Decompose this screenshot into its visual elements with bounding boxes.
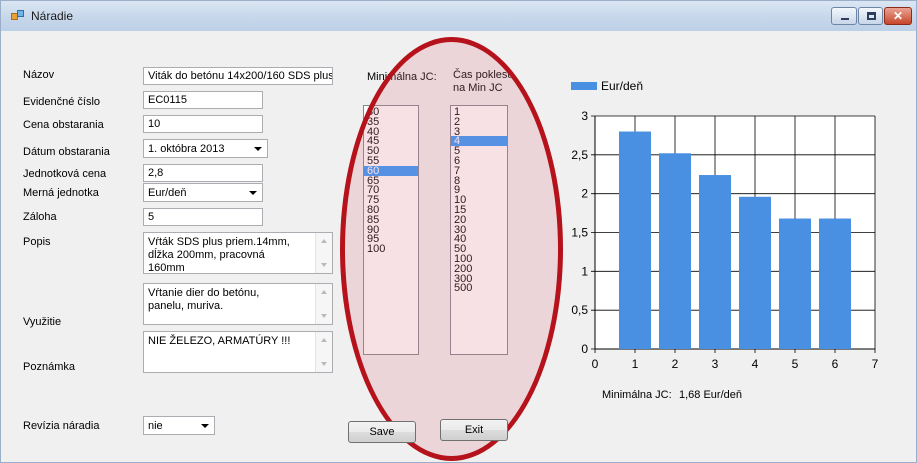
- exit-button[interactable]: Exit: [440, 419, 508, 441]
- popis-label: Popis: [23, 236, 51, 248]
- scroll-up-icon: [321, 290, 327, 294]
- main-window: Náradie ✕ Názov Evidenčné číslo Cena obs…: [0, 0, 917, 463]
- cas-header-line2: na Min JC: [453, 82, 503, 94]
- minimize-icon: [841, 18, 849, 20]
- cas-listbox[interactable]: 1 2 3 4 5 6 7 8 9 10 15 20 30 40 50 100 200 300 500: [450, 105, 508, 355]
- poznamka-scrollbar[interactable]: [315, 332, 332, 372]
- dropdown-arrow-icon: [249, 191, 257, 195]
- x-tick-label: 5: [792, 357, 799, 371]
- nazov-label: Názov: [23, 69, 55, 81]
- revizia-value: nie: [148, 420, 163, 432]
- vyuzitie-text: Vŕtanie dier do betónu, panelu, muriva.: [148, 287, 260, 312]
- x-tick-label: 3: [712, 357, 719, 371]
- bar: [779, 218, 811, 349]
- bar: [699, 175, 731, 349]
- popis-scrollbar[interactable]: [315, 233, 332, 273]
- app-icon: [11, 10, 25, 22]
- y-tick-label: 0,5: [571, 303, 588, 317]
- summary-label: Minimálna JC:: [602, 389, 672, 401]
- merna-select[interactable]: Eur/deň: [143, 183, 263, 202]
- jednotkova-label: Jednotková cena: [23, 168, 107, 180]
- list-item[interactable]: 500: [451, 283, 507, 294]
- x-tick-label: 0: [592, 357, 599, 371]
- poznamka-text: NIE ŽELEZO, ARMATÚRY !!!: [148, 335, 291, 347]
- title-bar[interactable]: Náradie ✕: [1, 1, 916, 31]
- merna-value: Eur/deň: [148, 187, 187, 199]
- datum-label: Dátum obstarania: [23, 146, 110, 158]
- evidencne-input[interactable]: EC0115: [143, 91, 263, 109]
- x-tick-label: 4: [752, 357, 759, 371]
- cena-input[interactable]: 10: [143, 115, 263, 133]
- save-button[interactable]: Save: [348, 421, 416, 443]
- minimize-button[interactable]: [831, 7, 857, 25]
- revizia-label: Revízia náradia: [23, 420, 100, 432]
- merna-label: Merná jednotka: [23, 187, 99, 199]
- summary-value: 1,68 Eur/deň: [679, 389, 742, 401]
- close-button[interactable]: ✕: [884, 7, 912, 25]
- y-tick-label: 3: [581, 109, 588, 123]
- revizia-select[interactable]: nie: [143, 416, 215, 435]
- y-tick-label: 2,5: [571, 148, 588, 162]
- scroll-down-icon: [321, 314, 327, 318]
- scroll-down-icon: [321, 263, 327, 267]
- dropdown-arrow-icon: [201, 424, 209, 428]
- x-tick-label: 1: [632, 357, 639, 371]
- y-tick-label: 0: [581, 342, 588, 356]
- legend-label: Eur/deň: [601, 79, 643, 93]
- scroll-up-icon: [321, 338, 327, 342]
- zaloha-input[interactable]: 5: [143, 208, 263, 226]
- maximize-button[interactable]: [858, 7, 883, 25]
- maximize-icon: [867, 12, 876, 20]
- cas-header-line1: Čas poklesu: [453, 69, 514, 81]
- x-tick-label: 7: [872, 357, 879, 371]
- x-tick-label: 6: [832, 357, 839, 371]
- popis-text: Vŕták SDS plus priem.14mm, dĺžka 200mm, …: [148, 236, 290, 274]
- datum-value: 1. októbra 2013: [148, 143, 225, 155]
- popis-textarea[interactable]: Vŕták SDS plus priem.14mm, dĺžka 200mm, …: [143, 232, 333, 274]
- y-tick-label: 2: [581, 187, 588, 201]
- nazov-input[interactable]: Viták do betónu 14x200/160 SDS plus: [143, 67, 333, 85]
- y-tick-label: 1: [581, 264, 588, 278]
- evidencne-label: Evidenčné číslo: [23, 96, 101, 108]
- poznamka-label: Poznámka: [23, 361, 75, 373]
- close-icon: ✕: [892, 9, 904, 23]
- dropdown-arrow-icon: [254, 147, 262, 151]
- legend-swatch: [571, 82, 597, 90]
- window-title: Náradie: [31, 9, 74, 23]
- bar: [819, 218, 851, 349]
- vyuzitie-textarea[interactable]: Vŕtanie dier do betónu, panelu, muriva.: [143, 283, 333, 325]
- min-jc-header: Minimálna JC:: [367, 71, 437, 83]
- jednotkova-input[interactable]: 2,8: [143, 164, 263, 182]
- bar: [619, 131, 651, 349]
- zaloha-label: Záloha: [23, 211, 57, 223]
- vyuzitie-scrollbar[interactable]: [315, 284, 332, 324]
- bar: [739, 196, 771, 349]
- poznamka-textarea[interactable]: NIE ŽELEZO, ARMATÚRY !!!: [143, 331, 333, 373]
- cena-label: Cena obstarania: [23, 119, 104, 131]
- x-tick-label: 2: [672, 357, 679, 371]
- datum-picker[interactable]: 1. októbra 2013: [143, 139, 268, 158]
- bar-chart: 0 0,5 1 1,5 2 2,5 3 0 1 2 3 4 5 6 7 Eur/deň: [571, 79, 879, 371]
- bar: [659, 153, 691, 349]
- y-tick-label: 1,5: [571, 226, 588, 240]
- scroll-up-icon: [321, 239, 327, 243]
- vyuzitie-label: Využitie: [23, 316, 62, 328]
- scroll-down-icon: [321, 362, 327, 366]
- list-item[interactable]: 100: [364, 244, 418, 255]
- min-jc-listbox[interactable]: 30 35 40 45 50 55 60 65 70 75 80 85 90 95 100: [363, 105, 419, 355]
